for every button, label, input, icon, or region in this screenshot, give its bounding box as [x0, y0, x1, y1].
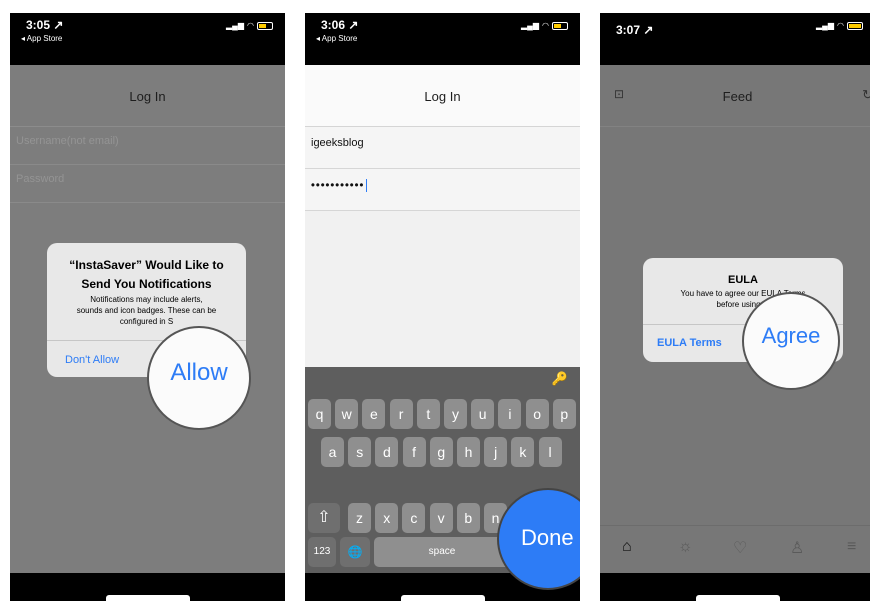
- agree-button[interactable]: Agree: [744, 323, 838, 349]
- phone-screen-3: 3:07 ↗ ▂▄▆ ◠ ⊡ Feed ↻ EULA You have to a…: [600, 13, 870, 601]
- home-icon[interactable]: ⌂: [622, 538, 632, 556]
- key-x[interactable]: x: [375, 503, 399, 533]
- alert-message-line3: configured in S: [119, 317, 174, 326]
- status-time: 3:06 ↗: [321, 18, 359, 32]
- key-k[interactable]: k: [511, 437, 535, 467]
- signal-icon: ▂▄▆: [816, 21, 835, 30]
- key-s[interactable]: s: [348, 437, 372, 467]
- phone-screen-2: 3:06 ↗ ◂ App Store ▂▄▆ ◠ Log In igeeksbl…: [305, 13, 580, 601]
- shift-key[interactable]: ⇧: [308, 503, 340, 533]
- key-w[interactable]: w: [335, 399, 359, 429]
- key-l[interactable]: l: [538, 437, 562, 467]
- key-q[interactable]: q: [308, 399, 331, 429]
- globe-icon: 🌐: [347, 545, 363, 559]
- username-field[interactable]: Username(not email): [10, 127, 285, 165]
- login-screen: Log In Username(not email) Password “Ins…: [10, 65, 285, 573]
- signal-icon: ▂▄▆: [226, 21, 245, 30]
- wifi-icon: ◠: [247, 21, 254, 30]
- status-bar: 3:06 ↗ ◂ App Store ▂▄▆ ◠: [305, 13, 580, 65]
- key-p[interactable]: p: [552, 399, 576, 429]
- key-u[interactable]: u: [471, 399, 495, 429]
- key-c[interactable]: c: [402, 503, 426, 533]
- signal-icon: ▂▄▆: [521, 21, 540, 30]
- password-field[interactable]: Password: [10, 165, 285, 203]
- status-icons: ▂▄▆ ◠: [816, 21, 863, 30]
- key-v[interactable]: v: [429, 503, 453, 533]
- user-icon[interactable]: ♙: [790, 538, 804, 558]
- nav-bar: Log In: [10, 65, 285, 127]
- globe-key[interactable]: 🌐: [340, 537, 370, 567]
- wifi-icon: ◠: [837, 21, 844, 30]
- login-screen: Log In igeeksblog ••••••••••• 🔑 qwertyui…: [305, 65, 580, 590]
- key-e[interactable]: e: [362, 399, 386, 429]
- home-indicator: [105, 595, 190, 601]
- username-field[interactable]: igeeksblog: [305, 127, 580, 169]
- status-icons: ▂▄▆ ◠: [226, 21, 273, 30]
- nav-bar: ⊡ Feed ↻: [600, 65, 870, 127]
- page-title: Log In: [424, 89, 461, 104]
- password-key-icon[interactable]: 🔑: [552, 371, 568, 387]
- battery-icon: [847, 21, 863, 30]
- allow-button-magnifier: Allow: [147, 326, 251, 430]
- eula-terms-button[interactable]: EULA Terms: [657, 337, 722, 349]
- status-time: 3:07 ↗: [616, 23, 654, 37]
- page-title: Log In: [129, 89, 166, 104]
- done-key[interactable]: Done: [521, 525, 574, 551]
- battery-icon: [257, 21, 273, 30]
- key-r[interactable]: r: [389, 399, 413, 429]
- numbers-key[interactable]: 123: [308, 537, 336, 567]
- alert-title-line2: Send You Notifications: [81, 277, 212, 291]
- key-z[interactable]: z: [348, 503, 371, 533]
- key-o[interactable]: o: [525, 399, 549, 429]
- alert-title: EULA: [728, 274, 758, 286]
- key-b[interactable]: b: [456, 503, 480, 533]
- status-bar: 3:07 ↗ ▂▄▆ ◠: [600, 13, 870, 65]
- allow-button[interactable]: Allow: [149, 359, 249, 387]
- phone-screen-1: 3:05 ↗ ◂ App Store ▂▄▆ ◠ Log In Username…: [10, 13, 285, 601]
- agree-button-magnifier: Agree: [742, 292, 840, 390]
- home-indicator: [400, 595, 485, 601]
- feed-screen: ⊡ Feed ↻ EULA You have to agree our EULA…: [600, 65, 870, 573]
- sun-icon[interactable]: ☼: [678, 538, 693, 556]
- password-field[interactable]: •••••••••••: [305, 169, 580, 211]
- tab-bar: ⌂ ☼ ♡ ♙ ≡: [600, 525, 870, 573]
- password-value: •••••••••••: [311, 179, 365, 192]
- home-indicator: [695, 595, 780, 601]
- heart-icon[interactable]: ♡: [733, 538, 747, 558]
- nav-bar: Log In: [305, 65, 580, 127]
- key-g[interactable]: g: [429, 437, 453, 467]
- dont-allow-button[interactable]: Don't Allow: [65, 354, 119, 366]
- alert-message: Notifications may include alerts,: [90, 295, 203, 304]
- space-key[interactable]: space: [374, 537, 510, 567]
- menu-icon[interactable]: ≡: [847, 538, 856, 556]
- key-t[interactable]: t: [416, 399, 440, 429]
- back-to-app-store-link[interactable]: ◂ App Store: [21, 34, 62, 43]
- key-y[interactable]: y: [444, 399, 467, 429]
- alert-message-line2: sounds and icon badges. These can be: [76, 306, 217, 315]
- text-cursor: [366, 179, 368, 192]
- status-icons: ▂▄▆ ◠: [521, 21, 568, 30]
- key-d[interactable]: d: [375, 437, 399, 467]
- page-title: Feed: [722, 89, 753, 104]
- key-i[interactable]: i: [498, 399, 522, 429]
- battery-icon: [552, 21, 568, 30]
- key-a[interactable]: a: [321, 437, 344, 467]
- status-time: 3:05 ↗: [26, 18, 64, 32]
- back-to-app-store-link[interactable]: ◂ App Store: [316, 34, 357, 43]
- refresh-icon[interactable]: ↻: [862, 87, 870, 103]
- alert-title: “InstaSaver” Would Like to: [69, 258, 224, 272]
- key-j[interactable]: j: [484, 437, 508, 467]
- key-h[interactable]: h: [457, 437, 480, 467]
- status-bar: 3:05 ↗ ◂ App Store ▂▄▆ ◠: [10, 13, 285, 65]
- key-f[interactable]: f: [402, 437, 426, 467]
- wifi-icon: ◠: [542, 21, 549, 30]
